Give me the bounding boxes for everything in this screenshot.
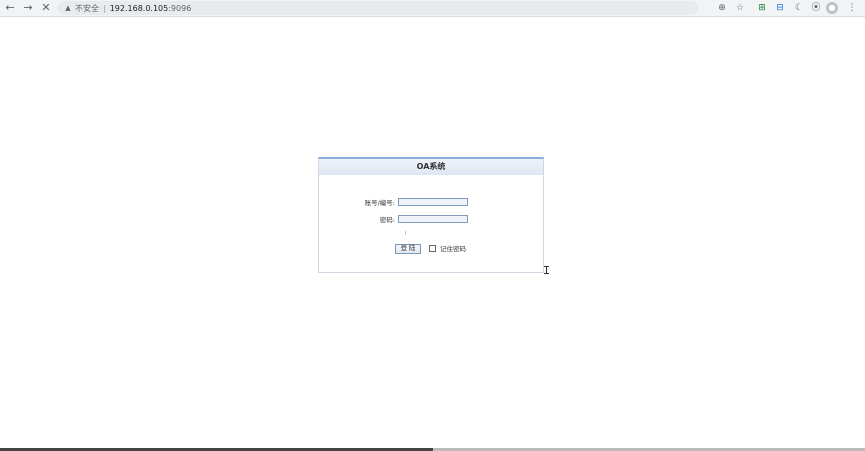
extension-icon[interactable]: ⊞ [756,2,768,14]
extension-icon-3[interactable]: ☾ [793,2,805,14]
remember-checkbox[interactable] [429,244,436,252]
menu-icon[interactable]: ⋮ [846,2,858,14]
password-input[interactable] [398,215,468,223]
login-button[interactable]: 登 陆 [395,244,421,254]
login-panel: OA系统 账号/编号: 密码: 登 陆 记住密码 [318,157,544,273]
password-label: 密码: [379,216,395,224]
back-icon[interactable]: ← [3,1,17,15]
forward-icon[interactable]: → [21,1,35,15]
browser-toolbar: ← → ✕ ▲ 不安全 | 192.168.0.105 :9096 ⊕ ☆ ⊞ … [0,0,865,17]
account-input[interactable] [398,198,468,206]
remember-label: 记住密码 [440,245,466,253]
stop-loading-icon[interactable]: ✕ [39,1,53,15]
translate-icon[interactable]: ⊕ [716,2,728,14]
password-row: 密码: [339,214,468,224]
account-row: 账号/编号: [339,197,468,207]
address-separator: | [103,3,106,13]
security-status[interactable]: 不安全 [75,3,99,14]
divider-tick [405,231,406,235]
url-port[interactable]: :9096 [168,4,191,13]
remember-password[interactable]: 记住密码 [429,243,466,253]
warning-icon[interactable]: ▲ [64,4,72,12]
extension-icon-4[interactable]: ⦿ [810,2,822,14]
account-label: 账号/编号: [364,199,395,207]
login-title: OA系统 [319,159,543,175]
extension-icon-2[interactable]: ⊟ [774,2,786,14]
bookmark-star-icon[interactable]: ☆ [734,2,746,14]
text-cursor-icon [544,266,549,274]
profile-avatar[interactable]: ● [826,2,838,14]
address-bar[interactable]: ▲ 不安全 | 192.168.0.105 :9096 [58,1,698,15]
url-host[interactable]: 192.168.0.105 [110,4,169,13]
